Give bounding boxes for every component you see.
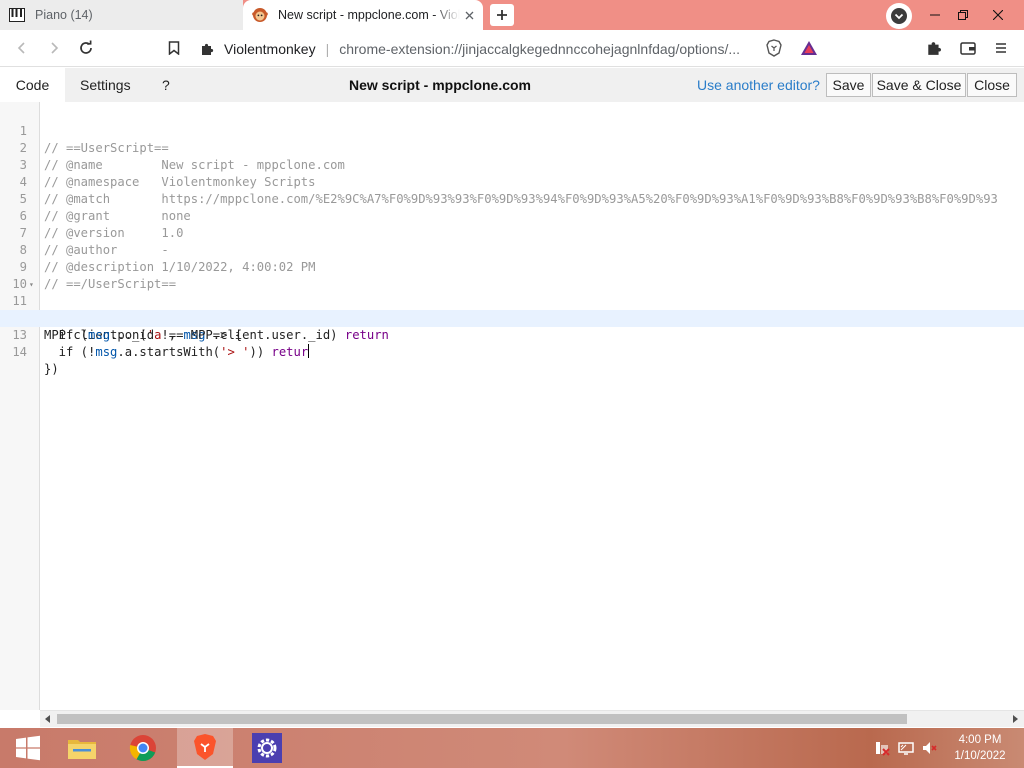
tab-settings[interactable]: Settings [80,68,131,102]
code-line: 1 // ==UserScript== [0,106,1024,155]
editor-header: Code Settings ? New script - mppclone.co… [0,68,1024,102]
clock-date: 1/10/2022 [954,750,1006,762]
code-token: if (! [44,345,96,359]
code-line: 2 // @name New script - mppclone.com [0,123,1024,172]
back-button[interactable] [12,38,32,58]
plus-icon [497,10,507,20]
new-tab-button[interactable] [490,4,514,26]
tray-monitor-icon[interactable] [898,728,914,768]
code-line: 5 // @grant none [0,174,1024,223]
taskbar: 4:00 PM 1/10/2022 [0,728,1024,768]
tab-title: New script - mppclone.com - Violentmonke… [278,8,460,22]
address-bar[interactable]: Violentmonkey | chrome-extension://jinja… [200,35,760,62]
use-another-editor-link[interactable]: Use another editor? [697,68,820,102]
page-title: New script - mppclone.com [348,77,532,93]
code-editor[interactable]: 1 // ==UserScript== 2 // @name New scrip… [0,102,1024,710]
code-line: 9 // ==/UserScript== [0,242,1024,291]
rewards-triangle-icon [801,41,817,55]
url-text: chrome-extension://jinjaccalgkegednnccoh… [339,40,741,57]
code-line: 3 // @namespace Violentmonkey Scripts [0,140,1024,189]
tab-new-script[interactable]: New script - mppclone.com - Violentmonke… [243,0,483,30]
code-line-current: 13 if (!msg.a.startsWith('> ')) retur [0,310,1024,359]
tab-help[interactable]: ? [162,68,170,102]
code-line: 8 // @description 1/10/2022, 4:00:02 PM [0,225,1024,274]
arrow-right-icon [51,42,59,54]
restore-button[interactable] [946,0,980,30]
tray-network-warning-icon[interactable] [874,728,890,768]
arrow-left-icon [17,42,25,54]
brave-button[interactable] [177,728,233,768]
code-line: 14 }) [0,327,1024,376]
brave-shields-button[interactable] [764,38,784,58]
code-token: retur [271,345,309,359]
scrollbar-thumb[interactable] [57,714,907,724]
fold-arrow-icon[interactable]: ▾ [29,276,34,293]
tray-volume-muted-icon[interactable] [922,728,938,768]
code-token: msg [95,345,118,359]
hamburger-icon [996,43,1006,53]
tab-close-icon[interactable] [462,8,476,22]
code-token: .a.startsWith( [117,345,221,359]
code-text: if (!msg.a.startsWith('> ')) retur [44,344,310,361]
save-button[interactable]: Save [826,73,871,97]
bookmark-button[interactable] [164,38,184,58]
piano-icon [9,7,25,23]
code-line: 6 // @version 1.0 [0,191,1024,240]
gear-icon [252,733,282,763]
start-button[interactable] [0,728,56,768]
code-line: 10 [0,259,1024,291]
code-text: }) [44,362,59,376]
puzzle-icon [928,42,942,55]
bookmark-icon [168,41,180,55]
scroll-left-icon[interactable] [43,714,53,724]
close-window-button[interactable] [978,0,1018,30]
line-number: 14 [12,345,27,359]
brave-lion-icon [194,734,216,760]
chrome-button[interactable] [115,728,171,768]
restore-icon [958,10,968,20]
code-token: '> ' [220,345,250,359]
scroll-right-icon[interactable] [1010,714,1020,724]
close-button[interactable]: Close [967,73,1017,97]
violentmonkey-icon [252,7,268,23]
wallet-icon [960,42,976,55]
system-clock[interactable]: 4:00 PM 1/10/2022 [940,732,1020,764]
brave-rewards-button[interactable] [799,38,819,58]
code-token: )) [249,345,272,359]
menu-button[interactable] [991,38,1011,58]
clock-time: 4:00 PM [958,734,1002,746]
tab-search-button[interactable] [886,3,912,29]
reload-icon [80,40,92,54]
settings-app-button[interactable] [239,728,295,768]
site-name: Violentmonkey [224,40,316,57]
file-explorer-button[interactable] [54,728,110,768]
minimize-icon [930,14,940,16]
wallet-button[interactable] [958,38,978,58]
windows-logo-icon [16,735,40,761]
forward-button[interactable] [44,38,64,58]
chrome-icon [129,735,156,762]
code-line: 11 ▾ MPP.client.on('a', msg => { [0,276,1024,342]
code-line: 4 // @match https://mppclone.com/%E2%9C%… [0,157,1024,206]
browser-toolbar: Violentmonkey | chrome-extension://jinja… [0,30,1024,67]
brave-lion-icon [766,39,782,57]
tab-piano[interactable]: Piano (14) [0,0,243,30]
chevron-down-icon [891,8,907,24]
puzzle-icon [202,43,214,55]
tab-code[interactable]: Code [0,68,65,102]
save-close-button[interactable]: Save & Close [872,73,966,97]
extensions-button[interactable] [924,38,944,58]
horizontal-scrollbar[interactable] [40,710,1024,727]
code-line: 12 if (msg.p._id !== MPP.client.user._id… [0,293,1024,342]
folder-icon [68,740,96,759]
code-line: 7 // @author - [0,208,1024,257]
reload-button[interactable] [76,38,96,58]
text-cursor [308,344,310,358]
omnibox-divider: | [325,40,330,57]
close-icon [993,10,1003,20]
browser-tab-strip: Piano (14) New script - mppclone.com - V… [0,0,1024,30]
tab-title: Piano (14) [35,8,93,22]
